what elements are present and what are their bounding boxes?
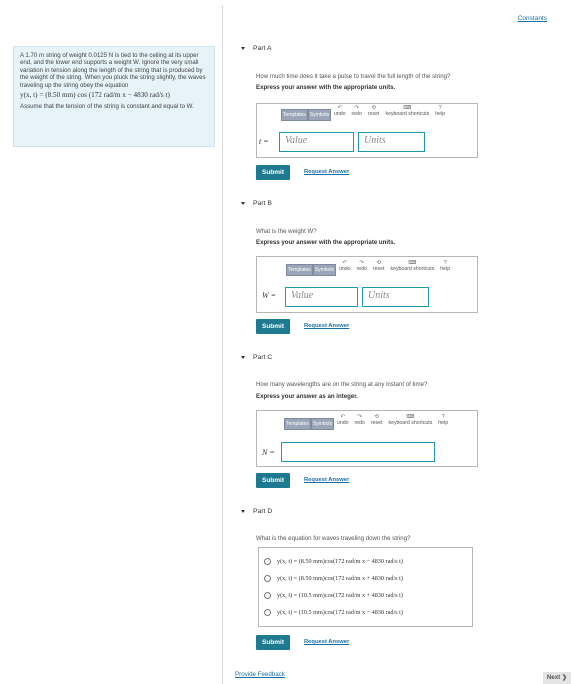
part-a-header[interactable]: Part A — [241, 45, 272, 52]
part-c-header[interactable]: Part C — [241, 354, 272, 361]
problem-assumption: Assume that the tension of the string is… — [20, 103, 194, 111]
symbols-button[interactable]: Symbols — [307, 109, 331, 121]
next-button[interactable]: Next ❯ — [543, 672, 571, 684]
keyboard-shortcuts-button[interactable]: ⌨ keyboard shortcuts — [385, 105, 429, 117]
provide-feedback-link[interactable]: Provide Feedback — [235, 671, 285, 678]
symbols-button[interactable]: Symbols — [310, 418, 334, 430]
constants-link[interactable]: Constants — [518, 15, 547, 22]
symbols-button[interactable]: Symbols — [312, 264, 336, 276]
radio-button[interactable] — [264, 575, 271, 582]
part-d-header[interactable]: Part D — [241, 508, 272, 515]
part-c-request-answer[interactable]: Request Answer — [304, 477, 349, 483]
help-button[interactable]: ? help — [435, 105, 445, 117]
templates-button[interactable]: Templates — [286, 264, 313, 276]
panel-divider — [222, 5, 223, 684]
templates-button[interactable]: Templates — [284, 418, 311, 430]
part-d-submit-button[interactable]: Submit — [256, 635, 290, 650]
redo-button[interactable]: ↷ redo — [352, 105, 362, 117]
undo-button[interactable]: ↶ undo — [334, 105, 346, 117]
part-a-toolbar: Templates Symbols ↶ undo ↷ redo ⟲ reset ⌨ ke… — [281, 105, 448, 122]
part-d-title: Part D — [253, 508, 273, 515]
part-c-toolbar: Templates Symbols ↶ undo ↷ redo ⟲ reset ⌨ ke… — [284, 414, 451, 431]
part-b-toolbar: Templates Symbols ↶ undo ↷ redo ⟲ reset ⌨ ke… — [286, 260, 453, 277]
part-a-title: Part A — [253, 45, 272, 52]
problem-statement: A 1.70 m string of weight 0.0125 N is ti… — [13, 46, 215, 147]
part-b-request-answer[interactable]: Request Answer — [304, 323, 349, 329]
keyboard-shortcuts-button[interactable]: ⌨ keyboard shortcuts — [388, 414, 432, 426]
radio-button[interactable] — [264, 592, 271, 599]
part-a-question: How much time does it take a pulse to tr… — [256, 73, 451, 80]
part-c-instruction: Express your answer as an integer. — [256, 393, 358, 400]
option-1[interactable]: y(x, t) = (8.50 mm)cos(172 rad/m x − 483… — [264, 558, 403, 565]
help-button[interactable]: ? help — [438, 414, 448, 426]
reset-button[interactable]: ⟲ reset — [371, 414, 383, 426]
part-c-submit-button[interactable]: Submit — [256, 473, 290, 488]
part-b-variable: W = — [262, 291, 277, 300]
part-a-units-input[interactable]: Units — [358, 132, 425, 152]
part-b-instruction: Express your answer with the appropriate… — [256, 239, 396, 246]
part-b-header[interactable]: Part B — [241, 200, 272, 207]
collapse-triangle-icon — [241, 509, 245, 513]
redo-button[interactable]: ↷ redo — [355, 414, 365, 426]
part-a-instruction: Express your answer with the appropriate… — [256, 84, 396, 91]
keyboard-shortcuts-button[interactable]: ⌨ keyboard shortcuts — [390, 260, 434, 272]
collapse-triangle-icon — [241, 355, 245, 359]
part-c-variable: N = — [262, 448, 275, 457]
reset-button[interactable]: ⟲ reset — [373, 260, 385, 272]
part-b-question: What is the weight W? — [256, 228, 317, 235]
part-a-request-answer[interactable]: Request Answer — [304, 169, 349, 175]
collapse-triangle-icon — [241, 201, 245, 205]
part-c-question: How many wavelengths are on the string a… — [256, 381, 428, 388]
undo-button[interactable]: ↶ undo — [337, 414, 349, 426]
option-3[interactable]: y(x, t) = (10.5 mm)cos(172 rad/m x + 483… — [264, 592, 403, 599]
radio-button[interactable] — [264, 558, 271, 565]
option-4[interactable]: y(x, t) = (10.5 mm)cos(172 rad/m x − 483… — [264, 609, 403, 616]
option-2[interactable]: y(x, t) = (8.50 mm)cos(172 rad/m x + 483… — [264, 575, 403, 582]
part-c-title: Part C — [253, 354, 273, 361]
undo-button[interactable]: ↶ undo — [339, 260, 351, 272]
collapse-triangle-icon — [241, 46, 245, 50]
part-d-request-answer[interactable]: Request Answer — [304, 639, 349, 645]
radio-button[interactable] — [264, 609, 271, 616]
redo-button[interactable]: ↷ redo — [357, 260, 367, 272]
problem-text: A 1.70 m string of weight 0.0125 N is ti… — [20, 52, 206, 89]
part-c-answer-input[interactable] — [281, 442, 435, 462]
templates-button[interactable]: Templates — [281, 109, 308, 121]
part-b-title: Part B — [253, 200, 272, 207]
help-button[interactable]: ? help — [440, 260, 450, 272]
wave-equation: y(x, t) = (8.50 mm) cos (172 rad/m x − 4… — [20, 91, 170, 100]
part-a-variable: t = — [259, 137, 269, 146]
part-b-units-input[interactable]: Units — [362, 287, 429, 307]
part-b-submit-button[interactable]: Submit — [256, 319, 290, 334]
reset-button[interactable]: ⟲ reset — [368, 105, 380, 117]
part-a-value-input[interactable]: Value — [279, 132, 354, 152]
part-a-submit-button[interactable]: Submit — [256, 165, 290, 180]
part-b-value-input[interactable]: Value — [285, 287, 358, 307]
part-d-question: What is the equation for waves traveling… — [256, 535, 411, 542]
